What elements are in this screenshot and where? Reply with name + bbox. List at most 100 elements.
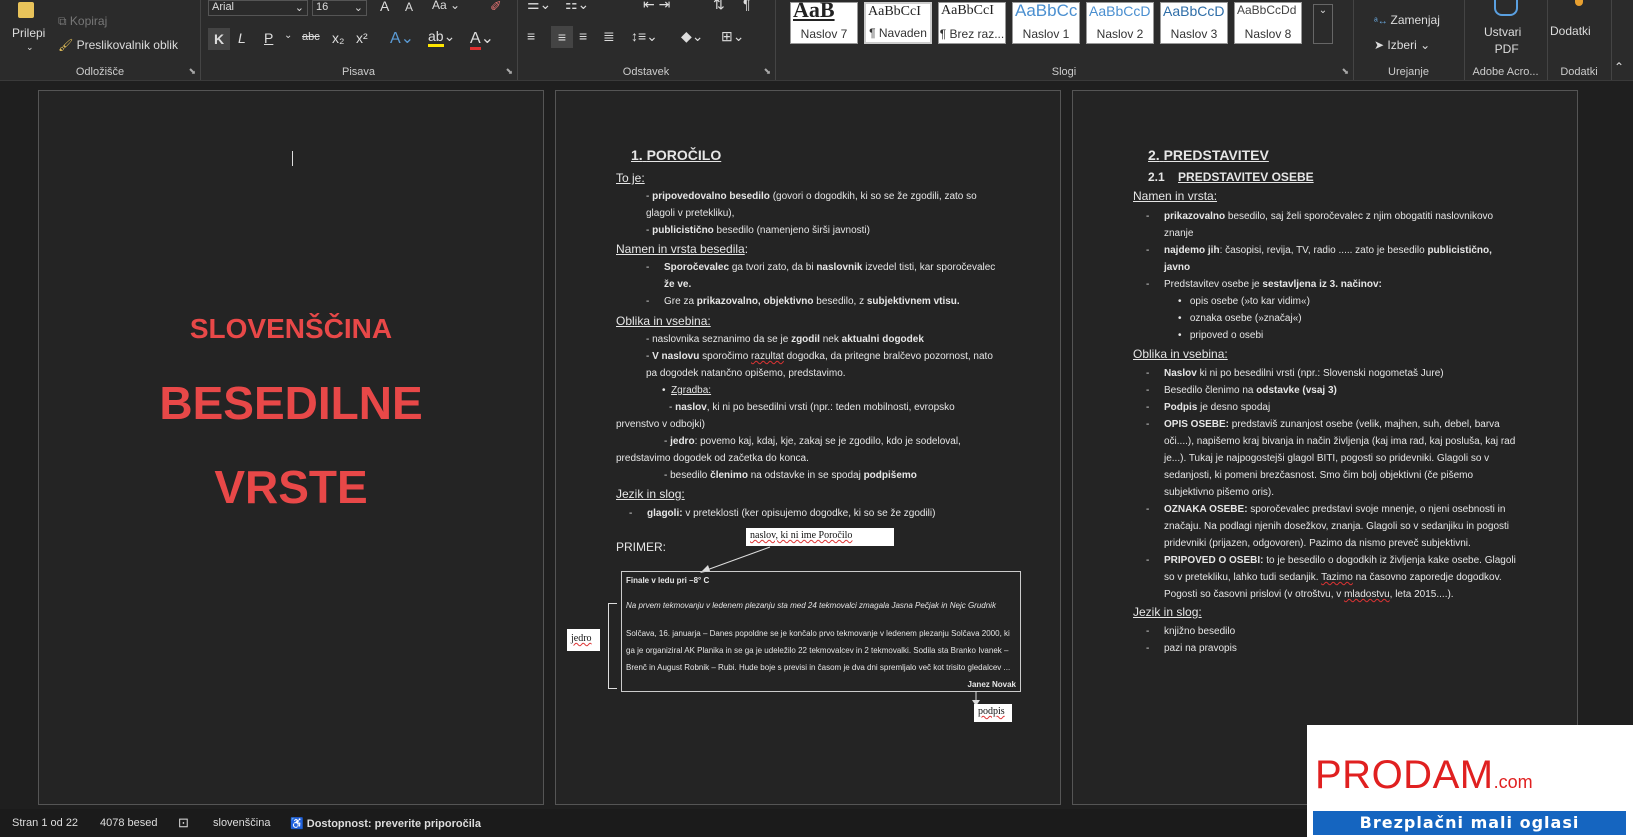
heading-to-je: To je: — [616, 171, 645, 185]
style-brez-razmikov[interactable]: AaBbCcI ¶ Brez raz... — [938, 2, 1006, 44]
justify-icon[interactable]: ≣ — [603, 28, 615, 45]
section-heading-predstavitev: 2. PREDSTAVITEV — [1148, 147, 1269, 163]
chevron-down-icon: ⌄ — [1416, 38, 1431, 52]
style-naslov-3[interactable]: AaBbCcD Naslov 3 — [1160, 2, 1228, 44]
language-indicator[interactable]: slovenščina — [213, 817, 270, 829]
collapse-ribbon-icon[interactable]: ⌃ — [1614, 60, 1624, 74]
shrink-font-icon[interactable]: A — [405, 0, 413, 14]
chevron-down-icon: ⌄ — [294, 2, 304, 14]
subheading-predstavitev-osebe: 2.1 PREDSTAVITEV OSEBE — [1148, 170, 1314, 184]
shading-icon[interactable]: ◆⌄ — [681, 28, 704, 45]
sort-icon[interactable]: ⇅ — [713, 0, 725, 13]
replace-button[interactable]: ᵃ↔ Zamenjaj — [1374, 13, 1440, 27]
ad-tagline: Brezplačni mali oglasi — [1313, 811, 1626, 835]
clipboard-group: Prilepi ⌄ ⧉ Kopiraj 🖌 Preslikovalnik obl… — [0, 0, 201, 80]
article-body-3: Brenč in August Robnik – Rubi. Hude boje… — [626, 663, 1011, 672]
line-naslov-3: - Naslov ki ni po besedilni vrsti (npr.: … — [1146, 368, 1444, 379]
heading-namen-vrsta-3: Namen in vrsta: — [1133, 189, 1218, 203]
align-left-icon[interactable]: ≡ — [527, 28, 535, 44]
font-name-select[interactable]: Arial ⌄ — [208, 0, 308, 16]
copy-button[interactable]: ⧉ Kopiraj — [58, 14, 107, 29]
page-3[interactable]: 2. PREDSTAVITEV 2.1 PREDSTAVITEV OSEBE N… — [1072, 90, 1578, 805]
proofing-icon[interactable]: ⊡ — [178, 815, 189, 831]
font-size-select[interactable]: 16 ⌄ — [312, 0, 367, 16]
clipboard-launcher-icon[interactable]: ⬊ — [188, 66, 196, 77]
addins-group: Dodatki Dodatki — [1547, 0, 1612, 80]
text-effects-icon[interactable]: A⌄ — [390, 28, 414, 48]
example-article: Finale v ledu pri –8° C Na prvem tekmova… — [621, 571, 1021, 692]
style-naslov-8[interactable]: AaBbCcDd Naslov 8 — [1234, 2, 1302, 44]
title-slovenscina: SLOVENŠČINA — [189, 313, 393, 344]
word-count[interactable]: 4078 besed — [100, 817, 158, 829]
indent-icon[interactable]: ⇤ ⇥ — [643, 0, 670, 13]
create-pdf-button[interactable]: Ustvari PDF — [1484, 24, 1521, 58]
style-naslov-1[interactable]: AaBbCc Naslov 1 — [1012, 1, 1080, 44]
strikethrough-button[interactable]: abc — [302, 31, 320, 43]
addins-button[interactable]: Dodatki — [1550, 24, 1591, 38]
create-pdf-icon — [1494, 0, 1518, 16]
style-navaden[interactable]: AaBbCcI ¶ Navaden — [864, 2, 932, 44]
align-right-icon[interactable]: ≡ — [579, 28, 587, 44]
line-aktualni-dogodek: - naslovnika seznanimo da se je zgodil n… — [646, 334, 924, 345]
subscript-icon[interactable]: x₂ — [332, 30, 344, 46]
highlight-color-icon[interactable]: ab⌄ — [428, 28, 455, 47]
numbering-icon[interactable]: ☷⌄ — [565, 0, 589, 13]
select-button[interactable]: ➤ Izberi ⌄ — [1374, 38, 1430, 52]
prodam-ad[interactable]: PRODAM.com Brezplačni mali oglasi — [1307, 725, 1633, 837]
font-color-icon[interactable]: A⌄ — [470, 28, 494, 50]
line-opis-osebe: - OPIS OSEBE: predstaviš zunanjost osebe … — [1146, 419, 1500, 430]
brush-icon: 🖌 — [58, 38, 77, 52]
styles-scroll-icon[interactable]: ⌄ — [1313, 4, 1333, 44]
style-naslov-2[interactable]: AaBbCcD Naslov 2 — [1086, 2, 1154, 44]
grow-font-icon[interactable]: A — [380, 0, 389, 14]
italic-button[interactable]: L — [238, 30, 246, 46]
callout-jedro: jedro — [567, 629, 600, 651]
addins-icon — [1575, 0, 1583, 6]
accessibility-status[interactable]: ♿ Dostopnost: preverite priporočila — [290, 817, 481, 830]
line-oznaka-2: značaju. Na podlagi njenih dosežkov, zna… — [1164, 521, 1510, 532]
heading-jezik-slog: Jezik in slog: — [616, 487, 685, 501]
borders-icon[interactable]: ⊞⌄ — [721, 28, 744, 45]
paste-button[interactable]: Prilepi — [12, 26, 45, 40]
line-pripoved-2: so v pretekliku, lahko tudi sedanjik. Ta… — [1164, 572, 1502, 583]
format-painter-button[interactable]: 🖌 Preslikovalnik oblik — [58, 38, 178, 52]
line-oznaka-osebe: - OZNAKA OSEBE: sporočevalec predstavi sv… — [1146, 504, 1506, 515]
line-opis-4: sedanjosti, ki pomeni brezčasnost. Smo č… — [1164, 470, 1474, 481]
superscript-icon[interactable]: x² — [356, 30, 368, 46]
line-prikazovalno-3: - prikazovalno besedilo, saj želi sporoče… — [1146, 211, 1494, 222]
line-publicisticno: - publicistično besedilo (namenjeno širš… — [646, 225, 870, 236]
pilcrow-icon[interactable]: ¶ — [743, 0, 751, 12]
underline-button[interactable]: P — [264, 30, 273, 46]
editing-group: ᵃ↔ Zamenjaj ➤ Izberi ⌄ Urejanje — [1353, 0, 1465, 80]
line-pravopis: - pazi na pravopis — [1146, 643, 1237, 654]
document-canvas[interactable]: SLOVENŠČINA BESEDILNE VRSTE 1. POROČILO … — [0, 81, 1633, 809]
underline-dropdown-icon[interactable]: ⌄ — [284, 30, 292, 41]
page-1[interactable]: SLOVENŠČINA BESEDILNE VRSTE — [38, 90, 544, 805]
line-predstavimo-dogodek: predstavimo dogodek od začetka do konca. — [616, 453, 809, 464]
line-spacing-icon[interactable]: ↕≡⌄ — [631, 28, 658, 45]
line-sestavljena: - Predstavitev osebe je sestavljena iz 3.… — [1146, 279, 1382, 290]
style-naslov-7[interactable]: AaB Naslov 7 — [790, 0, 858, 44]
change-case-icon[interactable]: Aa ⌄ — [432, 0, 460, 12]
clear-formatting-icon[interactable]: ✐ — [490, 0, 502, 15]
bold-button[interactable]: K — [208, 28, 230, 50]
bullets-icon[interactable]: ☰⌄ — [527, 0, 551, 13]
line-znanje: znanje — [1164, 228, 1194, 239]
paste-dropdown-icon[interactable]: ⌄ — [26, 42, 34, 53]
line-natancno-opisemo: pa dogodek natančno opišemo, predstavimo… — [646, 368, 846, 379]
font-launcher-icon[interactable]: ⬊ — [505, 66, 513, 77]
accessibility-icon: ♿ — [290, 818, 307, 830]
styles-launcher-icon[interactable]: ⬊ — [1341, 66, 1349, 77]
align-center-icon[interactable]: ≡ — [551, 26, 573, 48]
line-naslov: - naslov, ki ni po besedilni vrsti (npr.… — [669, 402, 955, 413]
page-2[interactable]: 1. POROČILO To je: - pripovedovalno bese… — [555, 90, 1061, 805]
line-sporocevalec: - Sporočevalec ga tvori zato, da bi naslo… — [646, 262, 996, 273]
label-primer: PRIMER: — [616, 540, 667, 554]
clipboard-label: Odložišče — [75, 66, 125, 78]
jedro-bracket — [608, 603, 617, 689]
paste-icon[interactable] — [18, 2, 34, 18]
paragraph-launcher-icon[interactable]: ⬊ — [763, 66, 771, 77]
page-count[interactable]: Stran 1 od 22 — [12, 817, 78, 829]
line-prikazovalno: - Gre za prikazovalno, objektivno besedil… — [646, 296, 960, 307]
line-najdemo-jih: - najdemo jih: časopisi, revija, TV, radi… — [1146, 245, 1492, 256]
